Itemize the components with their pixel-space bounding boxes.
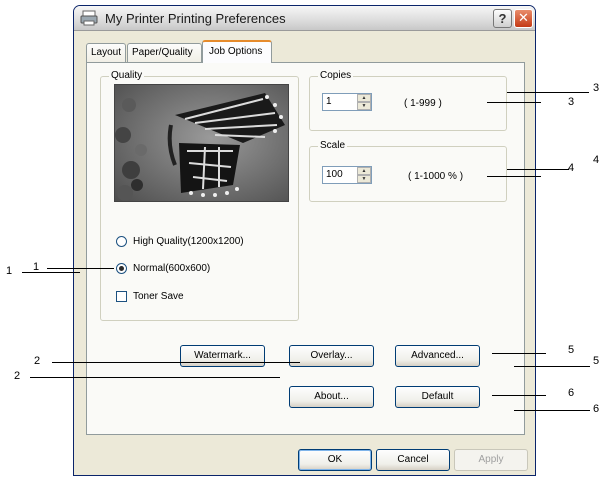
toner-save-label[interactable]: Toner Save xyxy=(133,291,184,302)
callout-4-upper: 4 xyxy=(593,154,600,166)
scale-stepper[interactable]: 100 ▲ ▼ xyxy=(322,166,372,184)
callout-1-inner: 1 xyxy=(33,261,40,273)
callout-4-upper-line xyxy=(507,169,569,170)
copies-spin-buttons[interactable]: ▲ ▼ xyxy=(357,94,371,110)
callout-1-outer-line xyxy=(22,272,80,273)
ok-button[interactable]: OK xyxy=(298,449,372,471)
default-button[interactable]: Default xyxy=(395,386,480,408)
tab-job-options[interactable]: Job Options xyxy=(202,40,272,63)
callout-6-lower-line xyxy=(514,410,590,411)
printing-preferences-dialog: My Printer Printing Preferences ? ✕ Layo… xyxy=(73,5,536,476)
help-button[interactable]: ? xyxy=(493,9,512,28)
printer-icon xyxy=(80,10,98,26)
scale-spin-buttons[interactable]: ▲ ▼ xyxy=(357,167,371,183)
quality-preview-image xyxy=(114,84,289,202)
copies-down-arrow-icon[interactable]: ▼ xyxy=(357,102,371,110)
scale-down-arrow-icon[interactable]: ▼ xyxy=(357,175,371,183)
toner-save-checkbox[interactable] xyxy=(116,291,127,302)
copies-stepper[interactable]: 1 ▲ ▼ xyxy=(322,93,372,111)
about-button[interactable]: About... xyxy=(289,386,374,408)
normal-quality-label[interactable]: Normal(600x600) xyxy=(133,263,210,274)
callout-3-upper-line xyxy=(507,92,589,93)
cancel-button[interactable]: Cancel xyxy=(376,449,450,471)
copies-up-arrow-icon[interactable]: ▲ xyxy=(357,94,371,102)
window-title: My Printer Printing Preferences xyxy=(105,11,286,26)
copies-range: ( 1-999 ) xyxy=(404,98,442,109)
apply-button[interactable]: Apply xyxy=(454,449,528,471)
callout-6-upper: 6 xyxy=(568,387,575,399)
callout-6-upper-line xyxy=(492,395,546,396)
callout-4-lower-line xyxy=(487,176,541,177)
butterfly-image xyxy=(115,85,288,201)
callout-3-upper: 3 xyxy=(593,82,600,94)
quality-group-label: Quality xyxy=(109,70,145,82)
high-quality-label[interactable]: High Quality(1200x1200) xyxy=(133,236,244,247)
overlay-button[interactable]: Overlay... xyxy=(289,345,374,367)
callout-1-inner-line xyxy=(47,268,114,269)
callout-5-upper-line xyxy=(492,353,546,354)
tab-paper-quality[interactable]: Paper/Quality xyxy=(127,43,202,62)
callout-2-lower: 2 xyxy=(14,370,21,382)
scale-group-label: Scale xyxy=(318,140,348,152)
callout-2-upper-line xyxy=(52,362,300,363)
tab-layout[interactable]: Layout xyxy=(86,43,126,62)
callout-2-lower-line xyxy=(30,377,280,378)
close-button[interactable]: ✕ xyxy=(514,9,533,28)
callout-3-lower: 3 xyxy=(568,96,575,108)
callout-5-upper: 5 xyxy=(568,344,575,356)
copies-group-label: Copies xyxy=(318,70,354,82)
scale-range: ( 1-1000 % ) xyxy=(408,171,464,182)
callout-2-upper: 2 xyxy=(34,355,41,367)
scale-up-arrow-icon[interactable]: ▲ xyxy=(357,167,371,175)
callout-5-lower: 5 xyxy=(593,355,600,367)
copies-value[interactable]: 1 xyxy=(326,96,332,107)
title-bar[interactable]: My Printer Printing Preferences ? ✕ xyxy=(74,6,535,31)
advanced-button[interactable]: Advanced... xyxy=(395,345,480,367)
callout-4-lower: 4 xyxy=(568,162,575,174)
watermark-button[interactable]: Watermark... xyxy=(180,345,265,367)
normal-quality-radio[interactable] xyxy=(116,263,127,274)
scale-value[interactable]: 100 xyxy=(326,169,343,180)
callout-1-outer: 1 xyxy=(6,265,13,277)
high-quality-radio[interactable] xyxy=(116,236,127,247)
callout-5-lower-line xyxy=(514,366,590,367)
callout-3-lower-line xyxy=(487,102,541,103)
callout-6-lower: 6 xyxy=(593,403,600,415)
